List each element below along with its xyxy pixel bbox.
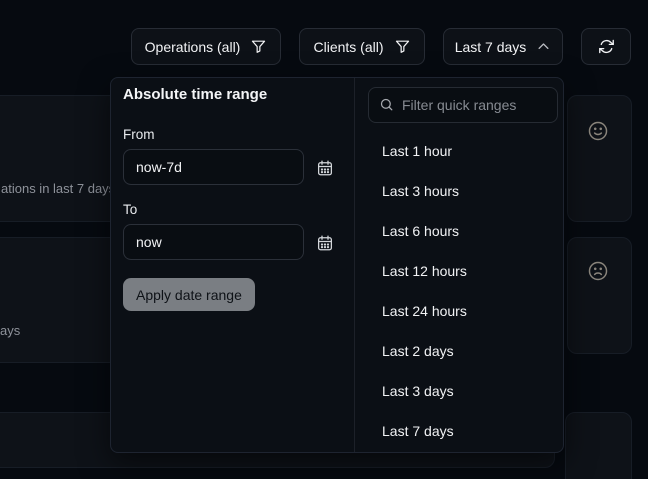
quick-range-option-last-3-hours[interactable]: Last 3 hours <box>355 171 563 211</box>
clients-filter-label: Clients (all) <box>313 39 383 55</box>
quick-range-option-last-1-hour[interactable]: Last 1 hour <box>355 131 563 171</box>
refresh-button[interactable] <box>581 28 631 65</box>
quick-range-option-last-2-days[interactable]: Last 2 days <box>355 331 563 371</box>
time-range-picker-panel: Absolute time range From To <box>110 77 564 453</box>
quick-range-search <box>368 87 558 123</box>
time-range-dropdown-button[interactable]: Last 7 days <box>443 28 563 65</box>
quick-ranges-pane: Last 1 hour Last 3 hours Last 6 hours La… <box>354 78 563 452</box>
quick-range-option-last-7-days[interactable]: Last 7 days <box>355 411 563 451</box>
absolute-range-heading: Absolute time range <box>123 86 267 103</box>
apply-date-range-button[interactable]: Apply date range <box>123 278 255 311</box>
quick-range-option-last-24-hours[interactable]: Last 24 hours <box>355 291 563 331</box>
quick-range-option-last-12-hours[interactable]: Last 12 hours <box>355 251 563 291</box>
funnel-icon <box>394 38 411 55</box>
search-icon <box>379 97 394 112</box>
card-caption-fragment: ations in last 7 days <box>1 181 115 196</box>
chevron-up-icon <box>536 39 551 54</box>
clients-filter-button[interactable]: Clients (all) <box>299 28 425 65</box>
refresh-icon <box>598 38 615 55</box>
to-label: To <box>123 202 137 217</box>
dashboard-screen: ations in last 7 days ays Operations (al… <box>0 0 648 479</box>
quick-range-option-last-6-hours[interactable]: Last 6 hours <box>355 211 563 251</box>
time-range-label: Last 7 days <box>455 39 527 55</box>
operations-filter-label: Operations (all) <box>145 39 241 55</box>
quick-ranges-list: Last 1 hour Last 3 hours Last 6 hours La… <box>355 131 563 451</box>
operations-filter-button[interactable]: Operations (all) <box>131 28 281 65</box>
to-input[interactable] <box>123 224 304 260</box>
from-calendar-button[interactable] <box>316 159 334 177</box>
absolute-time-range-pane: Absolute time range From To <box>111 78 354 452</box>
smiley-happy-icon <box>587 120 609 142</box>
card-caption-fragment: ays <box>0 323 20 338</box>
background-card-row3-right <box>565 412 632 479</box>
funnel-icon <box>250 38 267 55</box>
from-label: From <box>123 127 155 142</box>
filter-quick-ranges-input[interactable] <box>368 87 558 123</box>
background-card-row1-right <box>567 95 632 222</box>
background-card-row2-right <box>567 237 632 354</box>
to-calendar-button[interactable] <box>316 234 334 252</box>
quick-range-option-last-3-days[interactable]: Last 3 days <box>355 371 563 411</box>
from-input[interactable] <box>123 149 304 185</box>
smiley-sad-icon <box>587 260 609 282</box>
